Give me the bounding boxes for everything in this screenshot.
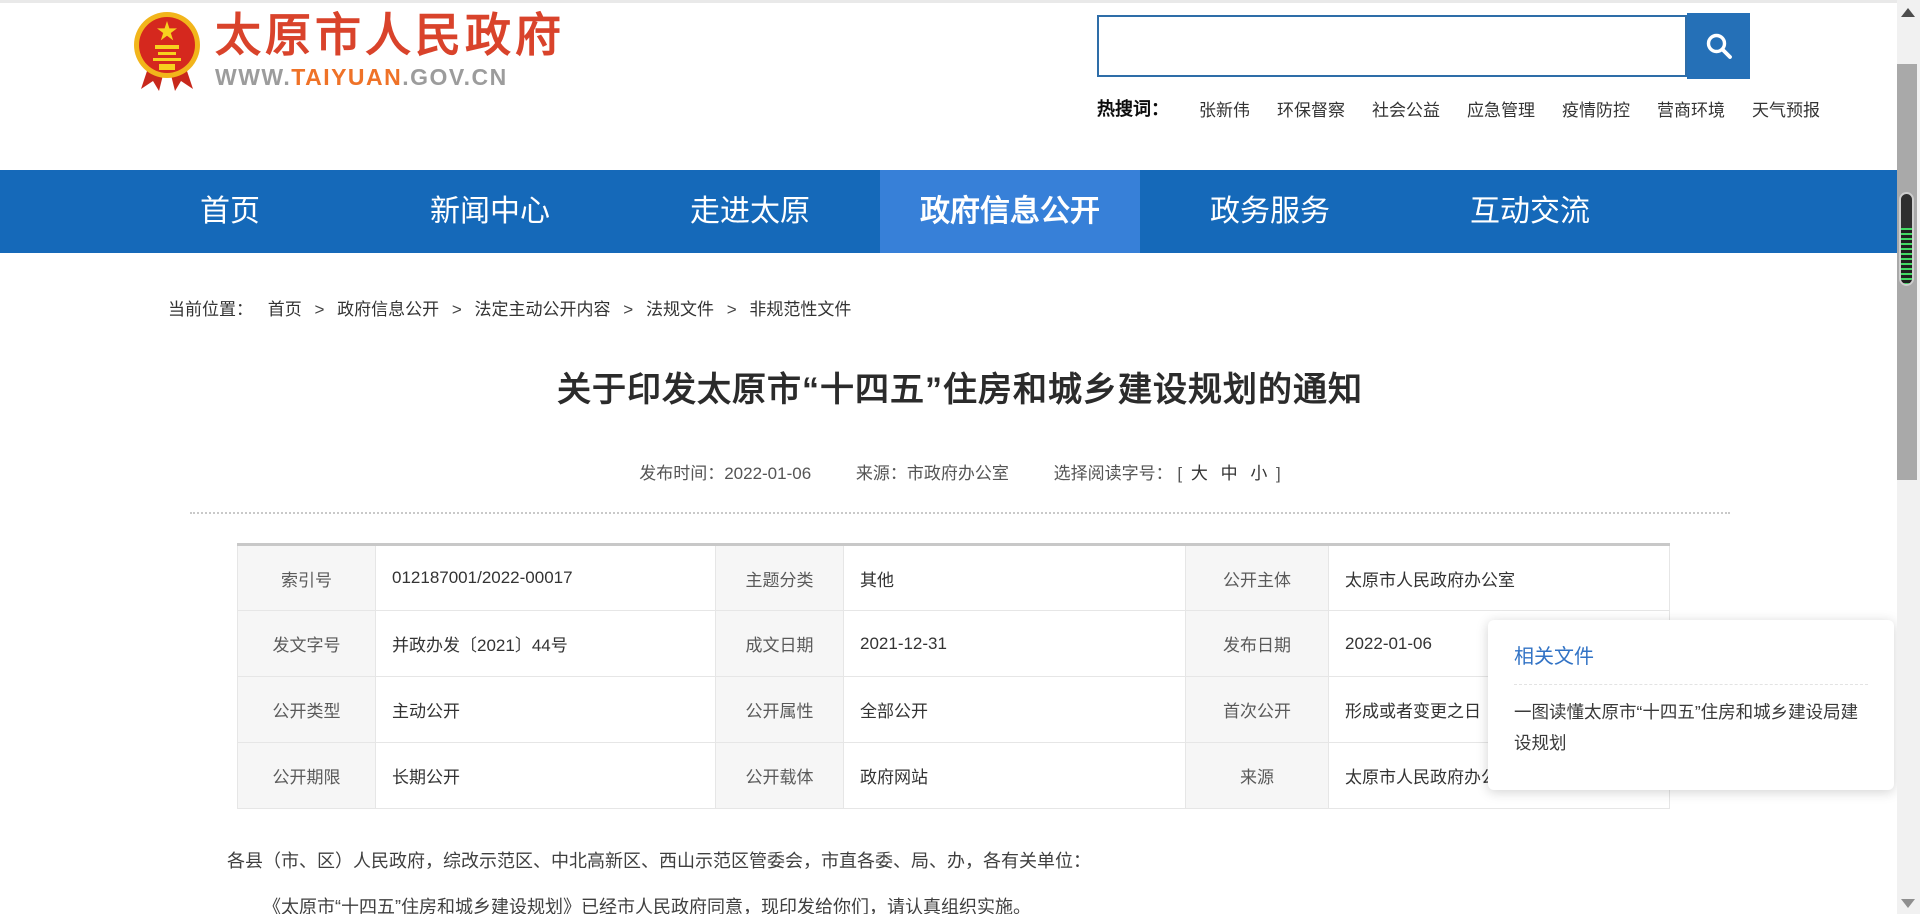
table-row: 发文字号 并政办发〔2021〕44号 成文日期 2021-12-31 发布日期 … bbox=[238, 611, 1670, 677]
site-title-block: 太原市人民政府 WWW.TAIYUAN.GOV.CN bbox=[215, 9, 565, 91]
font-size-bracket: [ bbox=[1177, 464, 1182, 483]
source-value: 市政府办公室 bbox=[907, 464, 1009, 483]
hot-keyword-link[interactable]: 天气预报 bbox=[1752, 96, 1820, 121]
related-files-panel: 相关文件 一图读懂太原市“十四五”住房和城乡建设局建设规划 bbox=[1488, 620, 1894, 790]
search-area: 热搜词： 张新伟 环保督察 社会公益 应急管理 疫情防控 营商环境 天气预报 bbox=[1097, 15, 1857, 121]
hot-keyword-link[interactable]: 社会公益 bbox=[1372, 96, 1440, 121]
info-value-disclosure-attribute: 全部公开 bbox=[844, 677, 1186, 743]
info-label-index-number: 索引号 bbox=[238, 545, 376, 611]
nav-item-gov-info-disclosure[interactable]: 政府信息公开 bbox=[880, 170, 1140, 253]
info-value-document-number: 并政办发〔2021〕44号 bbox=[376, 611, 716, 677]
info-label-document-number: 发文字号 bbox=[238, 611, 376, 677]
dotted-divider bbox=[190, 512, 1730, 514]
info-value-disclosure-carrier: 政府网站 bbox=[844, 743, 1186, 809]
page-scrollbar[interactable] bbox=[1897, 0, 1920, 914]
breadcrumb-item-regulation-files[interactable]: 法规文件 bbox=[646, 300, 714, 319]
site-header: 太原市人民政府 WWW.TAIYUAN.GOV.CN 热搜词： 张新伟 环保督察… bbox=[0, 3, 1920, 170]
nav-item-interaction[interactable]: 互动交流 bbox=[1400, 170, 1660, 253]
main-nav: 首页 新闻中心 走进太原 政府信息公开 政务服务 互动交流 bbox=[0, 170, 1897, 253]
info-label-publish-date: 发布日期 bbox=[1186, 611, 1329, 677]
font-size-medium-button[interactable]: 中 bbox=[1221, 464, 1238, 483]
scrollbar-down-icon[interactable] bbox=[1901, 899, 1915, 908]
national-emblem-icon bbox=[133, 9, 201, 93]
breadcrumb-item-home[interactable]: 首页 bbox=[268, 300, 302, 319]
info-label-disclosure-carrier: 公开载体 bbox=[716, 743, 844, 809]
site-name: 太原市人民政府 bbox=[215, 9, 565, 62]
info-value-topic-category: 其他 bbox=[844, 545, 1186, 611]
hot-keyword-link[interactable]: 营商环境 bbox=[1657, 96, 1725, 121]
breadcrumb-label: 当前位置： bbox=[168, 300, 253, 319]
info-label-first-disclosure: 首次公开 bbox=[1186, 677, 1329, 743]
info-value-disclosure-period: 长期公开 bbox=[376, 743, 716, 809]
info-label-disclosure-period: 公开期限 bbox=[238, 743, 376, 809]
info-value-disclosure-subject: 太原市人民政府办公室 bbox=[1329, 545, 1670, 611]
hot-keyword-link[interactable]: 张新伟 bbox=[1199, 96, 1250, 121]
article-meta: 发布时间：2022-01-06 来源：市政府办公室 选择阅读字号： [ 大 中 … bbox=[168, 459, 1752, 484]
publish-time-value: 2022-01-06 bbox=[724, 464, 811, 483]
font-size-small-button[interactable]: 小 bbox=[1250, 464, 1267, 483]
site-url: WWW.TAIYUAN.GOV.CN bbox=[215, 64, 565, 91]
font-size-label: 选择阅读字号： bbox=[1054, 464, 1173, 483]
breadcrumb-item-statutory-disclosure[interactable]: 法定主动公开内容 bbox=[475, 300, 611, 319]
font-size-large-button[interactable]: 大 bbox=[1191, 464, 1208, 483]
table-row: 公开期限 长期公开 公开载体 政府网站 来源 太原市人民政府办公室 bbox=[238, 743, 1670, 809]
publish-time-label: 发布时间： bbox=[639, 464, 724, 483]
info-value-written-date: 2021-12-31 bbox=[844, 611, 1186, 677]
page-title: 关于印发太原市“十四五”住房和城乡建设规划的通知 bbox=[168, 362, 1752, 411]
font-size-bracket: ] bbox=[1276, 464, 1281, 483]
info-label-disclosure-attribute: 公开属性 bbox=[716, 677, 844, 743]
hot-keyword-link[interactable]: 环保督察 bbox=[1277, 96, 1345, 121]
related-file-link[interactable]: 一图读懂太原市“十四五”住房和城乡建设局建设规划 bbox=[1514, 697, 1868, 758]
hot-search-label: 热搜词： bbox=[1097, 95, 1169, 121]
breadcrumb-separator: > bbox=[452, 300, 462, 319]
breadcrumb-item-gov-info[interactable]: 政府信息公开 bbox=[337, 300, 439, 319]
info-label-topic-category: 主题分类 bbox=[716, 545, 844, 611]
scrollbar-up-icon[interactable] bbox=[1901, 8, 1915, 17]
document-info-table: 索引号 012187001/2022-00017 主题分类 其他 公开主体 太原… bbox=[237, 543, 1670, 809]
nav-item-about-taiyuan[interactable]: 走进太原 bbox=[620, 170, 880, 253]
breadcrumb: 当前位置： 首页 > 政府信息公开 > 法定主动公开内容 > 法规文件 > 非规… bbox=[168, 295, 1920, 320]
info-label-disclosure-type: 公开类型 bbox=[238, 677, 376, 743]
page: 太原市人民政府 WWW.TAIYUAN.GOV.CN 热搜词： 张新伟 环保督察… bbox=[0, 0, 1920, 914]
nav-item-gov-services[interactable]: 政务服务 bbox=[1140, 170, 1400, 253]
breadcrumb-separator: > bbox=[623, 300, 633, 319]
info-value-disclosure-type: 主动公开 bbox=[376, 677, 716, 743]
scroll-marker-widget bbox=[1899, 192, 1914, 286]
search-icon bbox=[1704, 31, 1734, 61]
source-label: 来源： bbox=[856, 464, 907, 483]
site-logo[interactable]: 太原市人民政府 WWW.TAIYUAN.GOV.CN bbox=[133, 9, 565, 93]
info-label-written-date: 成文日期 bbox=[716, 611, 844, 677]
related-files-title: 相关文件 bbox=[1514, 640, 1868, 669]
search-button[interactable] bbox=[1687, 13, 1750, 79]
hot-search-row: 热搜词： 张新伟 环保督察 社会公益 应急管理 疫情防控 营商环境 天气预报 bbox=[1097, 95, 1857, 121]
info-label-disclosure-subject: 公开主体 bbox=[1186, 545, 1329, 611]
body-paragraph: 《太原市“十四五”住房和城乡建设规划》已经市人民政府同意，现印发给你们，请认真组… bbox=[227, 893, 1687, 914]
body-paragraph: 各县（市、区）人民政府，综改示范区、中北高新区、西山示范区管委会，市直各委、局、… bbox=[227, 847, 1687, 875]
table-row: 公开类型 主动公开 公开属性 全部公开 首次公开 形成或者变更之日 bbox=[238, 677, 1670, 743]
scroll-marker-stripes bbox=[1901, 228, 1912, 284]
site-url-suffix: .GOV.CN bbox=[402, 64, 508, 90]
breadcrumb-separator: > bbox=[314, 300, 324, 319]
site-url-domain: TAIYUAN bbox=[291, 64, 402, 90]
nav-item-news[interactable]: 新闻中心 bbox=[360, 170, 620, 253]
search-input[interactable] bbox=[1097, 15, 1687, 77]
breadcrumb-item-non-normative-files[interactable]: 非规范性文件 bbox=[749, 300, 851, 319]
hot-keyword-link[interactable]: 疫情防控 bbox=[1562, 96, 1630, 121]
info-label-source: 来源 bbox=[1186, 743, 1329, 809]
site-url-www: WWW. bbox=[215, 64, 291, 90]
related-files-divider bbox=[1514, 684, 1868, 685]
table-row: 索引号 012187001/2022-00017 主题分类 其他 公开主体 太原… bbox=[238, 545, 1670, 611]
info-value-index-number: 012187001/2022-00017 bbox=[376, 545, 716, 611]
hot-keyword-link[interactable]: 应急管理 bbox=[1467, 96, 1535, 121]
nav-item-home[interactable]: 首页 bbox=[100, 170, 360, 253]
breadcrumb-separator: > bbox=[727, 300, 737, 319]
